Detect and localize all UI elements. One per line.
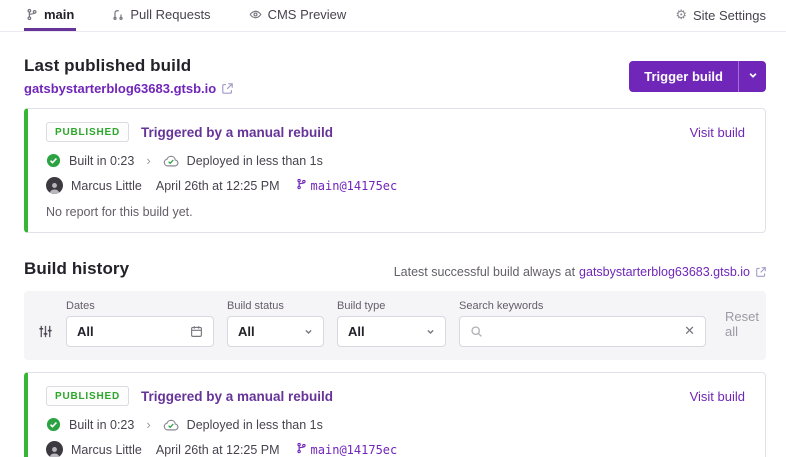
dates-value: All: [77, 324, 190, 339]
build-status-value: All: [238, 324, 304, 339]
tab-pull-requests[interactable]: Pull Requests: [110, 0, 212, 31]
chevron-down-icon: [304, 327, 313, 336]
build-status-label: Build status: [227, 300, 324, 312]
search-filter-group: Search keywords ✕: [459, 300, 706, 347]
check-circle-icon: [46, 153, 61, 168]
commit-text: main@14175ec: [311, 179, 398, 193]
gear-icon: ⚙: [675, 9, 687, 22]
chevron-right-icon: ›: [142, 417, 154, 432]
chevron-down-icon: [748, 67, 758, 85]
build-author: Marcus Little: [71, 443, 142, 457]
tab-label: Pull Requests: [130, 7, 210, 22]
tab-label: main: [44, 7, 74, 22]
latest-note-text: Latest successful build always at: [394, 265, 575, 279]
search-input[interactable]: [490, 324, 684, 339]
search-icon: [470, 325, 483, 338]
latest-build-link[interactable]: gatsbystarterblog63683.gtsb.io: [579, 265, 750, 279]
build-report-text: No report for this build yet.: [46, 205, 745, 219]
dates-label: Dates: [66, 300, 214, 312]
deployed-text: Deployed in less than 1s: [187, 418, 323, 432]
cloud-check-icon: [163, 418, 179, 432]
build-status-filter-group: Build status All: [227, 300, 324, 347]
build-type-filter-group: Build type All: [337, 300, 446, 347]
build-history-title: Build history: [24, 259, 129, 279]
tab-cms-preview[interactable]: CMS Preview: [247, 0, 349, 31]
commit-text: main@14175ec: [311, 443, 398, 457]
eye-icon: [249, 8, 262, 21]
build-type-value: All: [348, 324, 426, 339]
build-card: PUBLISHED Triggered by a manual rebuild …: [24, 108, 766, 233]
filter-sliders-icon: [38, 324, 53, 339]
avatar: [46, 441, 63, 457]
site-settings-button[interactable]: ⚙ Site Settings: [675, 0, 766, 31]
build-type-label: Build type: [337, 300, 446, 312]
last-published-header: Last published build gatsbystarterblog63…: [24, 56, 766, 96]
status-badge: PUBLISHED: [46, 122, 129, 142]
build-card: PUBLISHED Triggered by a manual rebuild …: [24, 372, 766, 457]
commit-ref[interactable]: main@14175ec: [296, 442, 398, 457]
cloud-check-icon: [163, 154, 179, 168]
page-title: Last published build: [24, 56, 233, 76]
dates-input[interactable]: All: [66, 316, 214, 347]
tab-main[interactable]: main: [24, 0, 76, 31]
calendar-icon: [190, 325, 203, 338]
build-author: Marcus Little: [71, 179, 142, 193]
branch-icon: [296, 178, 307, 193]
clear-search-icon[interactable]: ✕: [684, 324, 695, 339]
check-circle-icon: [46, 417, 61, 432]
build-type-select[interactable]: All: [337, 316, 446, 347]
filter-bar: Dates All Build status All Build type: [24, 291, 766, 360]
search-box: ✕: [459, 316, 706, 347]
pull-request-icon: [112, 8, 124, 21]
chevron-down-icon: [426, 327, 435, 336]
site-url-link[interactable]: gatsbystarterblog63683.gtsb.io: [24, 81, 216, 96]
built-in-text: Built in 0:23: [69, 418, 134, 432]
deployed-text: Deployed in less than 1s: [187, 154, 323, 168]
trigger-build-dropdown[interactable]: [739, 61, 766, 92]
search-label: Search keywords: [459, 300, 706, 312]
trigger-build-button[interactable]: Trigger build: [629, 61, 738, 92]
branch-icon: [26, 8, 38, 21]
build-date: April 26th at 12:25 PM: [156, 443, 280, 457]
tab-bar: main Pull Requests CMS Preview ⚙ Site Se…: [0, 0, 786, 32]
external-link-icon: [756, 267, 766, 277]
dates-filter-group: Dates All: [66, 300, 214, 347]
status-badge: PUBLISHED: [46, 386, 129, 406]
avatar: [46, 177, 63, 194]
visit-build-link[interactable]: Visit build: [690, 125, 745, 140]
site-settings-label: Site Settings: [693, 8, 766, 23]
chevron-right-icon: ›: [142, 153, 154, 168]
external-link-icon: [222, 83, 233, 94]
build-trigger-text: Triggered by a manual rebuild: [141, 125, 333, 140]
build-trigger-text: Triggered by a manual rebuild: [141, 389, 333, 404]
trigger-build-button-group: Trigger build: [629, 61, 766, 92]
branch-icon: [296, 442, 307, 457]
build-date: April 26th at 12:25 PM: [156, 179, 280, 193]
build-status-select[interactable]: All: [227, 316, 324, 347]
reset-all-button[interactable]: Reset all: [725, 309, 759, 339]
visit-build-link[interactable]: Visit build: [690, 389, 745, 404]
commit-ref[interactable]: main@14175ec: [296, 178, 398, 193]
tab-label: CMS Preview: [268, 7, 347, 22]
build-history-header: Build history Latest successful build al…: [24, 259, 766, 279]
tabbar-spacer: [382, 0, 675, 31]
built-in-text: Built in 0:23: [69, 154, 134, 168]
